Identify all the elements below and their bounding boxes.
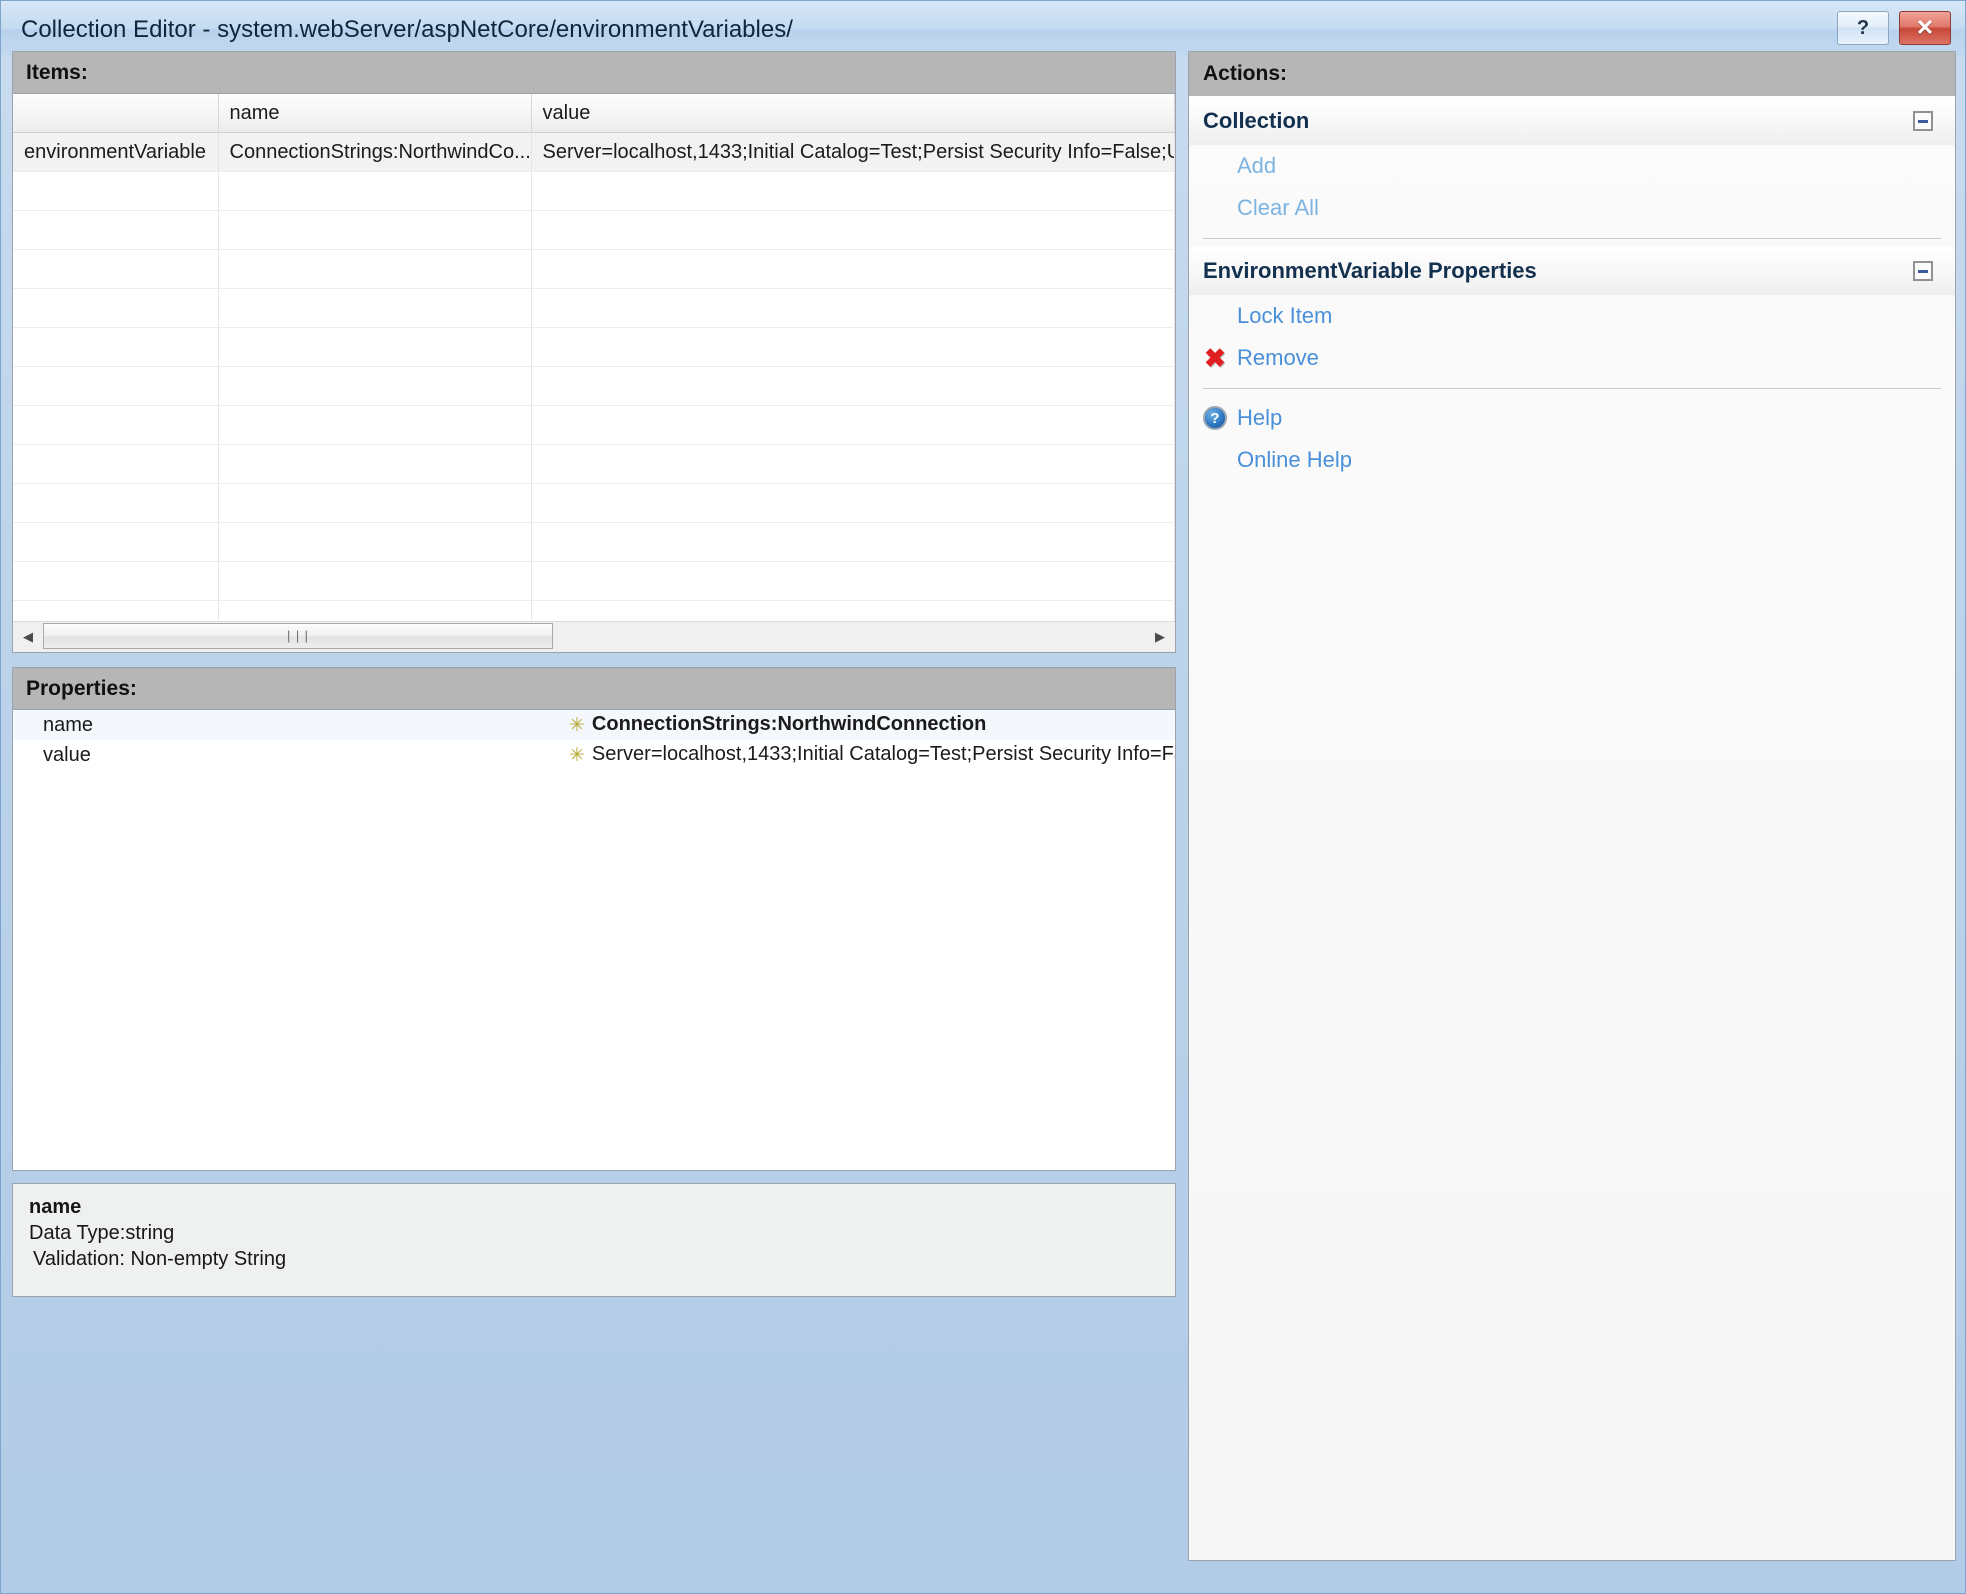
cell-name: ConnectionStrings:NorthwindCo... (218, 132, 532, 172)
column-header-name[interactable]: name (218, 94, 532, 133)
action-remove-label: Remove (1237, 345, 1319, 370)
table-row-empty[interactable] (13, 444, 1175, 484)
action-help[interactable]: ? Help (1189, 397, 1955, 439)
collection-editor-window: Collection Editor - system.webServer/asp… (0, 0, 1966, 1594)
items-header-label: Items: (26, 60, 88, 84)
items-grid-body: environmentVariable ConnectionStrings:No… (13, 132, 1175, 640)
close-icon: ✕ (1915, 15, 1935, 40)
help-circle-icon: ? (1202, 405, 1228, 431)
scrollbar-thumb[interactable]: ||| (43, 623, 553, 649)
table-row-empty[interactable] (13, 210, 1175, 250)
property-row-name[interactable]: name ✳ ConnectionStrings:NorthwindConnect… (13, 710, 1175, 740)
action-add[interactable]: Add (1189, 145, 1955, 187)
property-value-value-cell[interactable]: ✳ Server=localhost,1433;Initial Catalog=T… (569, 740, 1175, 770)
description-validation: Validation: Non-empty String (33, 1248, 287, 1270)
table-row-empty[interactable] (13, 249, 1175, 289)
properties-section: Properties: name ✳ ConnectionStrings:Nort… (12, 667, 1176, 1297)
description-data-type: Data Type:string (29, 1222, 175, 1244)
actions-panel: Actions: Collection Add Clear All Enviro… (1188, 51, 1956, 1561)
scrollbar-track[interactable]: ||| (43, 622, 1145, 652)
close-button[interactable]: ✕ (1899, 11, 1951, 45)
required-marker-icon: ✳ (569, 715, 585, 736)
property-label-value: value (13, 740, 569, 770)
action-online-help[interactable]: Online Help (1189, 439, 1955, 481)
divider (1203, 388, 1941, 389)
action-remove[interactable]: ✖ Remove (1189, 337, 1955, 379)
left-pane: Items: name value environmentVariable Co… (12, 51, 1176, 1585)
properties-header: Properties: (12, 667, 1176, 709)
actions-section-envvar-label: EnvironmentVariable Properties (1203, 258, 1537, 283)
table-row-empty[interactable] (13, 522, 1175, 562)
scroll-right-arrow-icon[interactable]: ▶ (1145, 622, 1175, 652)
action-clear-all[interactable]: Clear All (1189, 187, 1955, 229)
property-value-name-cell[interactable]: ✳ ConnectionStrings:NorthwindConnection (569, 710, 1175, 740)
description-pane: name Data Type:string Validation: Non-em… (12, 1183, 1176, 1297)
title-bar: Collection Editor - system.webServer/asp… (1, 1, 1965, 57)
description-title: name (29, 1196, 82, 1218)
divider (1203, 238, 1941, 239)
actions-section-environmentvariable-properties: EnvironmentVariable Properties (1189, 247, 1955, 295)
items-grid: name value environmentVariable Connectio… (13, 94, 1175, 640)
collapse-icon[interactable] (1913, 261, 1933, 281)
horizontal-scrollbar[interactable]: ◀ ||| ▶ (13, 621, 1175, 652)
property-row-value[interactable]: value ✳ Server=localhost,1433;Initial Cat… (13, 740, 1175, 770)
table-row-empty[interactable] (13, 327, 1175, 367)
table-row-empty[interactable] (13, 561, 1175, 601)
action-online-help-label: Online Help (1237, 447, 1352, 472)
table-row-empty[interactable] (13, 405, 1175, 445)
actions-header-label: Actions: (1203, 62, 1287, 85)
actions-section-collection-label: Collection (1203, 108, 1310, 133)
items-grid-container: name value environmentVariable Connectio… (12, 93, 1176, 653)
action-help-label: Help (1237, 405, 1283, 430)
cell-value: Server=localhost,1433;Initial Catalog=Te… (531, 132, 1175, 172)
property-label-name: name (13, 710, 569, 740)
properties-grid: name ✳ ConnectionStrings:NorthwindConnect… (13, 710, 1175, 770)
help-button[interactable]: ? (1837, 11, 1889, 45)
action-lock-item[interactable]: Lock Item (1189, 295, 1955, 337)
items-grid-header-row: name value (13, 94, 1175, 133)
action-lock-item-label: Lock Item (1237, 303, 1333, 328)
column-header-type[interactable] (13, 94, 219, 133)
scrollbar-grip-icon: ||| (284, 628, 312, 644)
column-header-value[interactable]: value (531, 94, 1175, 133)
table-row-empty[interactable] (13, 366, 1175, 406)
table-row-empty[interactable] (13, 288, 1175, 328)
table-row-empty[interactable] (13, 483, 1175, 523)
items-header: Items: (12, 51, 1176, 93)
actions-section-collection: Collection (1189, 97, 1955, 145)
required-marker-icon: ✳ (569, 745, 585, 766)
actions-body: Collection Add Clear All EnvironmentVari… (1189, 97, 1955, 1560)
property-value-value: Server=localhost,1433;Initial Catalog=Te… (591, 743, 1175, 765)
actions-header: Actions: (1189, 52, 1955, 97)
properties-grid-container: name ✳ ConnectionStrings:NorthwindConnect… (12, 709, 1176, 1171)
table-row-empty[interactable] (13, 171, 1175, 211)
properties-header-label: Properties: (26, 676, 137, 700)
red-x-icon: ✖ (1204, 343, 1226, 373)
question-mark-icon: ? (1856, 16, 1870, 39)
scroll-left-arrow-icon[interactable]: ◀ (13, 622, 43, 652)
window-buttons: ? ✕ (1837, 11, 1951, 45)
action-add-label: Add (1237, 153, 1277, 178)
collapse-icon[interactable] (1913, 111, 1933, 131)
property-value-name: ConnectionStrings:NorthwindConnection (591, 713, 987, 735)
window-title: Collection Editor - system.webServer/asp… (21, 16, 793, 43)
action-clear-all-label: Clear All (1237, 195, 1319, 220)
table-row[interactable]: environmentVariable ConnectionStrings:No… (13, 132, 1175, 172)
cell-type: environmentVariable (13, 132, 219, 172)
